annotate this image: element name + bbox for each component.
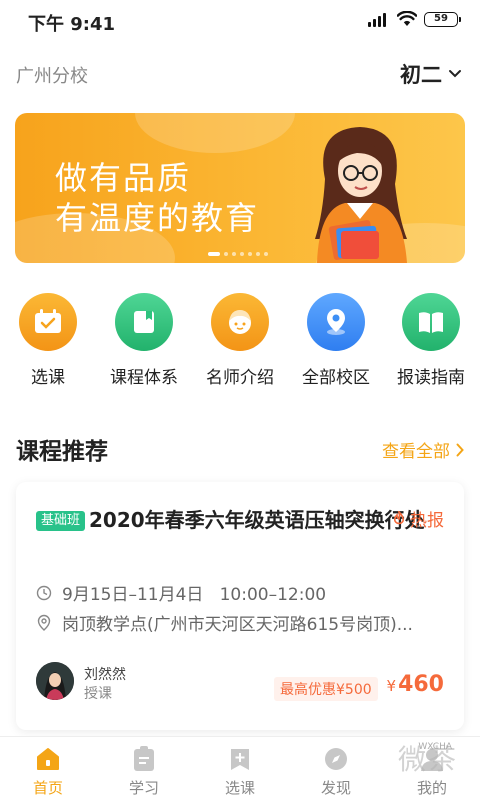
teacher-illustration xyxy=(315,127,407,263)
course-location-row: 岗顶教学点(广州市天河区天河路615号岗顶)... xyxy=(36,610,413,635)
campus-selector[interactable]: 广州分校 xyxy=(16,62,88,88)
course-title: 2020年春季六年级英语压轴突换行处 xyxy=(89,508,425,532)
banner-pagination xyxy=(208,252,268,256)
tab-label: 选课 xyxy=(224,779,255,797)
wifi-icon xyxy=(396,10,418,31)
discount-badge: 最高优惠¥500 xyxy=(274,677,378,701)
view-all-link[interactable]: 查看全部 xyxy=(382,437,464,462)
quick-nav: 选课 课程体系 名师介绍 全部校区 报读指南 xyxy=(0,293,480,393)
course-location: 岗顶教学点(广州市天河区天河路615号岗顶)... xyxy=(62,615,413,635)
banner-dot[interactable] xyxy=(264,252,268,256)
promo-banner[interactable]: 做有品质 有温度的教育 xyxy=(15,113,465,263)
open-book-icon xyxy=(402,293,460,351)
banner-dot[interactable] xyxy=(224,252,228,256)
nav-label: 选课 xyxy=(31,368,65,388)
cellular-signal-icon xyxy=(368,13,386,27)
banner-dot[interactable] xyxy=(208,252,220,256)
banner-dot[interactable] xyxy=(240,252,244,256)
teacher-face-icon xyxy=(211,293,269,351)
watermark-sub: WXCHA xyxy=(418,742,452,752)
view-all-label: 查看全部 xyxy=(382,442,450,462)
battery-icon: 59 xyxy=(424,12,461,27)
flame-icon xyxy=(393,510,404,524)
status-bar: 下午 9:41 59 xyxy=(0,0,480,44)
tab-label: 学习 xyxy=(128,779,159,797)
section-title: 课程推荐 xyxy=(16,439,108,465)
tab-label: 首页 xyxy=(32,779,63,797)
tab-home[interactable]: 首页 xyxy=(0,745,96,798)
grade-label: 初二 xyxy=(400,63,442,87)
location-icon xyxy=(37,614,51,631)
discover-icon xyxy=(288,745,384,773)
calendar-icon xyxy=(19,293,77,351)
banner-headline-2: 有温度的教育 xyxy=(55,199,260,237)
clock-icon xyxy=(36,585,52,600)
nav-label: 全部校区 xyxy=(302,368,370,388)
chevron-right-icon xyxy=(456,443,464,456)
nav-label: 名师介绍 xyxy=(206,368,274,388)
nav-item-campuses[interactable]: 全部校区 xyxy=(291,293,381,388)
teacher-role: 授课 xyxy=(84,686,112,702)
home-icon xyxy=(0,745,96,773)
nav-item-course-system[interactable]: 课程体系 xyxy=(99,293,189,388)
banner-dot[interactable] xyxy=(248,252,252,256)
watermark: 微茶 WXCHA xyxy=(398,738,458,778)
location-pin-icon xyxy=(307,293,365,351)
banner-dot[interactable] xyxy=(256,252,260,256)
course-card[interactable]: 基础班 2020年春季六年级英语压轴突换行处 热报 9月15日–11月4日 10:… xyxy=(16,482,464,730)
tab-select-course[interactable]: 选课 xyxy=(192,745,288,798)
status-time: 下午 9:41 xyxy=(28,14,116,35)
tab-study[interactable]: 学习 xyxy=(96,745,192,798)
course-time-row: 9月15日–11月4日 10:00–12:00 xyxy=(36,580,326,605)
price-value: 460 xyxy=(398,672,444,697)
nav-item-teachers[interactable]: 名师介绍 xyxy=(195,293,285,388)
tab-label: 我的 xyxy=(416,779,447,797)
tab-discover[interactable]: 发现 xyxy=(288,745,384,798)
course-title-block: 基础班 2020年春季六年级英语压轴突换行处 xyxy=(36,504,446,536)
hot-badge: 热报 xyxy=(392,506,444,531)
teacher-name: 刘然然 xyxy=(84,667,126,683)
clipboard-icon xyxy=(96,745,192,773)
chevron-down-icon xyxy=(449,70,461,78)
grade-selector[interactable]: 初二 xyxy=(400,59,462,89)
currency-symbol: ¥ xyxy=(386,677,397,695)
banner-dot[interactable] xyxy=(232,252,236,256)
book-icon xyxy=(115,293,173,351)
nav-label: 课程体系 xyxy=(110,368,178,388)
nav-item-select-course[interactable]: 选课 xyxy=(3,293,93,388)
nav-item-enroll-guide[interactable]: 报读指南 xyxy=(386,293,476,388)
course-time: 9月15日–11月4日 10:00–12:00 xyxy=(62,585,327,605)
tab-label: 发现 xyxy=(320,779,351,797)
course-price: ¥460 xyxy=(387,672,444,697)
hot-label: 热报 xyxy=(410,511,444,531)
course-level-tag: 基础班 xyxy=(36,511,86,531)
top-header: 广州分校 初二 xyxy=(0,44,480,106)
nav-label: 报读指南 xyxy=(397,368,465,388)
teacher-avatar xyxy=(36,662,74,700)
add-course-icon xyxy=(192,745,288,773)
